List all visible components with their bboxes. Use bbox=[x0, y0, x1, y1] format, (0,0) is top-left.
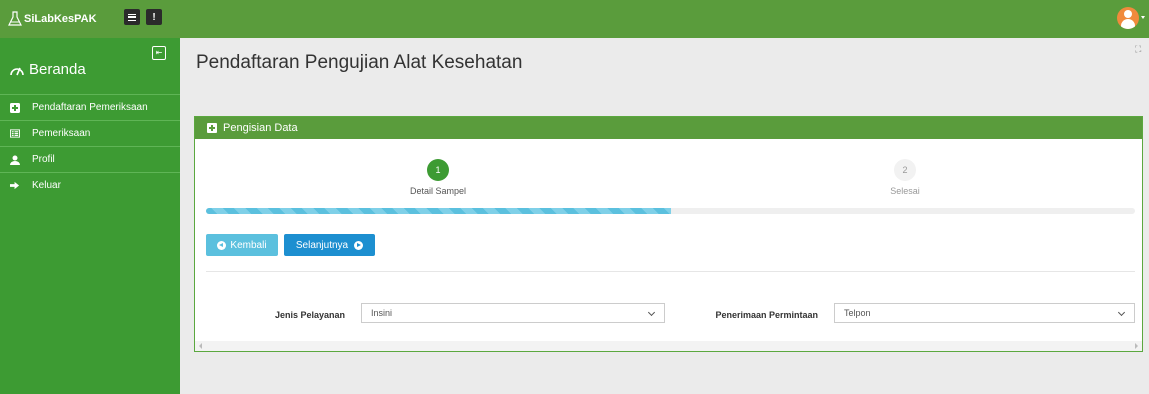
arrow-left-circle-icon bbox=[217, 240, 227, 250]
sign-out-icon bbox=[10, 181, 20, 191]
sidebar-collapse-button[interactable]: ⇤ bbox=[152, 46, 166, 60]
step-number: 2 bbox=[894, 159, 916, 181]
progress-fill bbox=[206, 208, 671, 214]
info-button[interactable]: ! bbox=[146, 9, 162, 25]
sidebar-item-label: Pemeriksaan bbox=[32, 128, 91, 139]
sidebar-item-keluar[interactable]: Keluar bbox=[0, 172, 180, 198]
user-avatar[interactable] bbox=[1117, 7, 1139, 29]
arrow-right-circle-icon bbox=[354, 240, 364, 250]
step-label: Selesai bbox=[890, 186, 920, 196]
sidebar-item-label: Profil bbox=[32, 154, 55, 165]
wizard-step-1[interactable]: 1 Detail Sampel bbox=[338, 159, 538, 196]
flask-icon bbox=[8, 11, 22, 26]
wizard-step-2[interactable]: 2 Selesai bbox=[805, 159, 1005, 196]
panel-header: Pengisian Data bbox=[195, 117, 1142, 139]
request-reception-select[interactable]: Telpon bbox=[834, 303, 1135, 323]
next-button[interactable]: Selanjutnya bbox=[284, 234, 375, 256]
scroll-right-icon[interactable] bbox=[1135, 343, 1138, 349]
service-type-label: Jenis Pelayanan bbox=[274, 310, 345, 320]
scroll-left-icon[interactable] bbox=[199, 343, 202, 349]
home-label: Beranda bbox=[29, 61, 86, 78]
user-icon bbox=[10, 155, 20, 165]
sidebar-header: ⇤ Beranda bbox=[0, 38, 180, 94]
request-reception-label: Penerimaan Permintaan bbox=[715, 310, 818, 320]
next-button-label: Selanjutnya bbox=[295, 239, 349, 251]
wizard-progress-bar bbox=[206, 208, 1135, 214]
dashboard-icon bbox=[10, 67, 24, 75]
brand-logo-link[interactable]: SiLabKesPAK bbox=[8, 8, 97, 30]
sidebar-item-pemeriksaan[interactable]: Pemeriksaan bbox=[0, 120, 180, 146]
horizontal-scrollbar[interactable] bbox=[195, 341, 1142, 351]
sidebar-home-link[interactable]: Beranda bbox=[10, 61, 86, 78]
sidebar-item-label: Pendaftaran Pemeriksaan bbox=[32, 102, 148, 113]
panel-title: Pengisian Data bbox=[223, 122, 298, 134]
sidebar-item-profil[interactable]: Profil bbox=[0, 146, 180, 172]
fullscreen-icon[interactable]: ⛶ bbox=[1135, 44, 1141, 55]
menu-toggle-button[interactable] bbox=[124, 9, 140, 25]
step-number: 1 bbox=[427, 159, 449, 181]
data-entry-panel: Pengisian Data 1 Detail Sampel 2 Selesai… bbox=[194, 116, 1143, 352]
hamburger-icon bbox=[128, 13, 136, 21]
back-button[interactable]: Kembali bbox=[206, 234, 278, 256]
list-alt-icon bbox=[10, 129, 20, 139]
divider bbox=[206, 271, 1135, 272]
step-label: Detail Sampel bbox=[409, 186, 467, 196]
plus-square-icon bbox=[10, 102, 20, 113]
exclamation-icon: ! bbox=[152, 11, 156, 23]
brand-name: SiLabKesPAK bbox=[24, 13, 97, 25]
caret-down-icon[interactable] bbox=[1141, 16, 1145, 19]
sidebar-item-pendaftaran[interactable]: Pendaftaran Pemeriksaan bbox=[0, 94, 180, 120]
service-type-select[interactable]: Insini bbox=[361, 303, 665, 323]
sidebar-item-label: Keluar bbox=[32, 180, 61, 191]
top-navbar: SiLabKesPAK ! bbox=[0, 0, 1149, 38]
plus-square-icon bbox=[207, 123, 217, 133]
sidebar: ⇤ Beranda Pendaftaran Pemeriksaan Pemeri… bbox=[0, 38, 180, 394]
user-icon bbox=[1124, 10, 1132, 18]
back-button-label: Kembali bbox=[230, 239, 267, 251]
page-title: Pendaftaran Pengujian Alat Kesehatan bbox=[196, 52, 523, 73]
